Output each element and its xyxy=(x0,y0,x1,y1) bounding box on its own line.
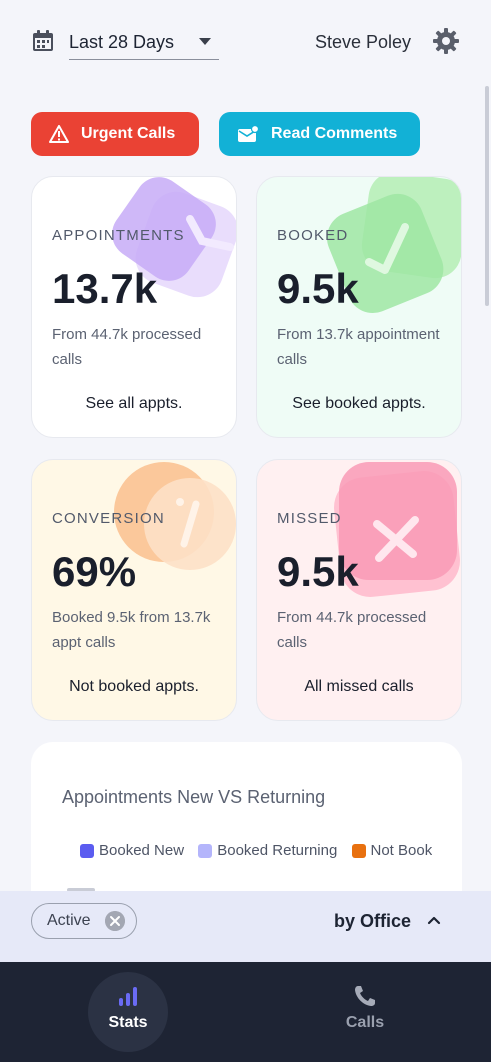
close-icon[interactable] xyxy=(105,911,125,931)
conversion-card[interactable]: CONVERSION 69% Booked 9.5k from 13.7k ap… xyxy=(31,459,237,721)
legend-label: Not Booked xyxy=(370,842,433,859)
appointments-card[interactable]: APPOINTMENTS 13.7k From 44.7k processed … xyxy=(31,176,237,438)
urgent-calls-label: Urgent Calls xyxy=(81,125,176,142)
mail-icon xyxy=(238,125,259,142)
bar-chart-icon xyxy=(119,987,137,1006)
filter-bar: Active by Office xyxy=(0,891,491,962)
date-range-select[interactable]: Last 28 Days xyxy=(69,26,219,60)
legend-swatch xyxy=(198,843,213,858)
card-value: 69% xyxy=(52,548,137,595)
card-label: MISSED xyxy=(277,510,342,527)
chevron-up-icon[interactable] xyxy=(427,915,441,925)
chip-label: Active xyxy=(47,912,91,929)
date-range-label: Last 28 Days xyxy=(69,32,175,52)
card-label: APPOINTMENTS xyxy=(52,227,185,244)
active-filter-chip[interactable]: Active xyxy=(31,903,137,939)
card-description: Booked 9.5k from 13.7k appt calls xyxy=(52,609,211,651)
legend-item-booked-returning[interactable]: Booked Returning xyxy=(198,842,337,859)
calendar-icon[interactable] xyxy=(32,30,54,52)
legend-swatch xyxy=(351,843,366,858)
read-comments-label: Read Comments xyxy=(271,125,398,142)
see-all-appts-link[interactable]: See all appts. xyxy=(32,395,236,413)
missed-card[interactable]: MISSED 9.5k From 44.7k processed calls A… xyxy=(256,459,462,721)
legend-item-booked-new[interactable]: Booked New xyxy=(80,842,184,859)
legend-label: Booked New xyxy=(99,842,185,859)
nav-stats-label: Stats xyxy=(108,1014,148,1031)
card-label: BOOKED xyxy=(277,227,349,244)
nav-calls-label: Calls xyxy=(345,1014,385,1031)
chart-legend: Booked New Booked Returning Not Booked xyxy=(80,842,432,862)
legend-swatch xyxy=(80,843,94,858)
phone-icon xyxy=(355,986,375,1006)
card-description: From 44.7k processed calls xyxy=(52,326,202,368)
legend-item-not-booked[interactable]: Not Booked xyxy=(351,842,433,859)
nav-calls[interactable]: Calls xyxy=(325,972,405,1052)
all-missed-calls-link[interactable]: All missed calls xyxy=(257,678,461,696)
urgent-calls-button[interactable]: Urgent Calls xyxy=(31,112,199,156)
gear-icon[interactable] xyxy=(433,28,459,54)
chart-title: Appointments New VS Returning xyxy=(62,787,326,807)
scrollbar[interactable] xyxy=(485,86,489,306)
read-comments-button[interactable]: Read Comments xyxy=(219,112,420,156)
card-value: 9.5k xyxy=(277,265,359,312)
card-value: 9.5k xyxy=(277,548,359,595)
booked-card[interactable]: BOOKED 9.5k From 13.7k appointment calls… xyxy=(256,176,462,438)
user-name[interactable]: Steve Poley xyxy=(315,32,411,53)
card-value: 13.7k xyxy=(52,265,158,312)
legend-label: Booked Returning xyxy=(217,842,338,859)
card-description: From 13.7k appointment calls xyxy=(277,326,440,368)
group-by-toggle[interactable]: by Office xyxy=(334,911,411,932)
see-booked-appts-link[interactable]: See booked appts. xyxy=(257,395,461,413)
bottom-nav: Stats Calls xyxy=(0,962,491,1062)
card-label: CONVERSION xyxy=(52,510,165,527)
nav-stats[interactable]: Stats xyxy=(88,972,168,1052)
top-bar: Last 28 Days Steve Poley xyxy=(0,0,491,90)
card-description: From 44.7k processed calls xyxy=(277,609,427,651)
not-booked-appts-link[interactable]: Not booked appts. xyxy=(32,678,236,696)
warning-icon xyxy=(49,125,69,143)
chevron-down-icon xyxy=(199,38,211,45)
